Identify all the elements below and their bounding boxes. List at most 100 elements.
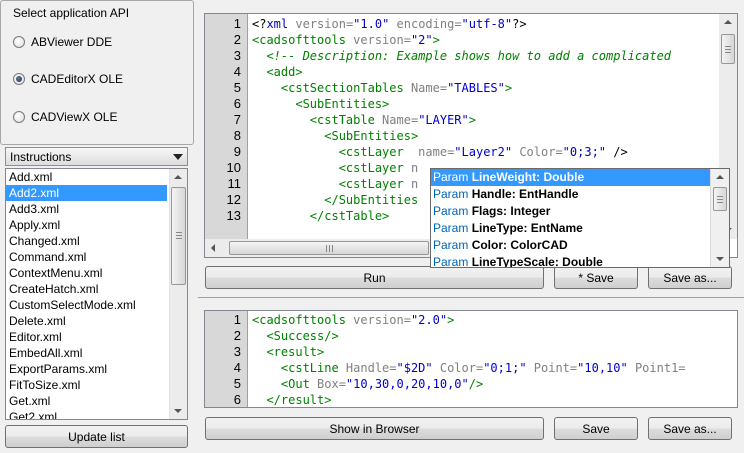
update-list-label: Update list	[68, 429, 125, 444]
code-text: <add>	[252, 65, 303, 79]
code-line[interactable]: 2 <cadsofttools version="2">	[205, 32, 440, 48]
autocomplete-item[interactable]: Param LineType: EntName	[431, 220, 729, 237]
code-line[interactable]: 4 <add>	[205, 64, 303, 80]
radio-label: CADEditorX OLE	[31, 72, 124, 86]
scroll-up-icon[interactable]	[724, 20, 732, 24]
code-line[interactable]: 4 <cstLine Handle="$2D" Color="0;1;" Poi…	[205, 360, 686, 376]
code-text: <cstSectionTables Name="TABLES">	[252, 81, 513, 95]
list-item[interactable]: Apply.xml	[6, 217, 167, 233]
autocomplete-scrollbar[interactable]	[710, 169, 729, 267]
code-line[interactable]: 2 <Success/>	[205, 328, 339, 344]
file-list-scrollbar[interactable]	[169, 169, 187, 419]
code-line[interactable]: 3 <result>	[205, 344, 324, 360]
code-text: <cadsofttools version="2">	[252, 33, 440, 47]
scrollbar-thumb[interactable]	[713, 187, 727, 211]
code-line[interactable]: 12 </SubEntities	[205, 192, 419, 208]
radio-cadeditorx-ole[interactable]: CADEditorX OLE	[13, 70, 123, 88]
list-item[interactable]: Add.xml	[6, 169, 167, 185]
run-button[interactable]: Run	[205, 266, 544, 289]
list-item[interactable]: Add2.xml	[6, 185, 167, 201]
code-line[interactable]: 5 <Out Box="10,30,0,20,10,0"/>	[205, 376, 483, 392]
grip-icon	[725, 46, 731, 54]
code-line[interactable]: 13 </cstTable>	[205, 208, 390, 224]
save-as-response-button[interactable]: Save as...	[648, 417, 732, 440]
list-item[interactable]: ContextMenu.xml	[6, 265, 167, 281]
code-line[interactable]: 8 <SubEntities>	[205, 128, 418, 144]
code-line[interactable]: 6 </result>	[205, 392, 332, 407]
line-number: 6	[233, 96, 241, 111]
list-item[interactable]: Get.xml	[6, 393, 167, 409]
autocomplete-item[interactable]: Param Color: ColorCAD	[431, 237, 729, 254]
autocomplete-item[interactable]: Param Flags: Integer	[431, 203, 729, 220]
scrollbar-thumb[interactable]	[171, 187, 186, 285]
autocomplete-popup[interactable]: Param LineWeight: Double Param Handle: En…	[430, 168, 730, 268]
code-line[interactable]: 7 <cstTable Name="LAYER">	[205, 112, 476, 128]
list-item[interactable]: ExportParams.xml	[6, 361, 167, 377]
update-list-button[interactable]: Update list	[5, 425, 188, 448]
code-text: </SubEntities	[252, 193, 419, 207]
line-number: 1	[233, 16, 241, 31]
scrollbar-thumb[interactable]	[229, 241, 429, 255]
file-list[interactable]: Add.xml Add2.xml Add3.xml Apply.xml Changed.…	[5, 168, 188, 420]
list-item[interactable]: Delete.xml	[6, 313, 167, 329]
chevron-down-icon[interactable]	[173, 154, 183, 160]
scrollbar-thumb[interactable]	[721, 34, 735, 64]
radio-label: CADViewX OLE	[31, 110, 118, 124]
list-item[interactable]: CustomSelectMode.xml	[6, 297, 167, 313]
line-number: 7	[233, 112, 241, 127]
code-line[interactable]: 3 <!-- Description: Example shows how to…	[205, 48, 671, 64]
list-item[interactable]: FitToSize.xml	[6, 377, 167, 393]
line-number: 4	[233, 360, 241, 375]
scroll-up-icon[interactable]	[716, 175, 724, 179]
line-number: 9	[233, 144, 241, 159]
line-number: 2	[233, 32, 241, 47]
code-text: <cstLayer n	[252, 177, 419, 191]
list-item[interactable]: Editor.xml	[6, 329, 167, 345]
autocomplete-items: Param LineWeight: Double Param Handle: En…	[431, 169, 729, 267]
autocomplete-item[interactable]: Param LineTypeScale: Double	[431, 254, 729, 267]
radio-cadviewx-ole[interactable]: CADViewX OLE	[13, 108, 117, 126]
code-line[interactable]: 5 <cstSectionTables Name="TABLES">	[205, 80, 512, 96]
radio-label: ABViewer DDE	[31, 35, 113, 49]
file-list-items: Add.xml Add2.xml Add3.xml Apply.xml Changed.…	[6, 169, 187, 419]
save-response-button[interactable]: Save	[554, 417, 638, 440]
list-item[interactable]: Get2.xml	[6, 409, 167, 419]
show-in-browser-button[interactable]: Show in Browser	[205, 417, 544, 440]
line-number: 3	[233, 48, 241, 63]
line-number: 3	[233, 344, 241, 359]
code-line[interactable]: 6 <SubEntities>	[205, 96, 390, 112]
autocomplete-item[interactable]: Param LineWeight: Double	[431, 169, 729, 186]
line-number: 1	[233, 312, 241, 327]
code-line[interactable]: 10 <cstLayer n	[205, 160, 419, 176]
code-line[interactable]: 9 <cstLayer name="Layer2" Color="0;3;" /…	[205, 144, 628, 160]
save-request-button[interactable]: * Save	[554, 266, 638, 289]
code-line[interactable]: 11 <cstLayer n	[205, 176, 419, 192]
code-text: <cadsofttools version="2.0">	[252, 313, 455, 327]
autocomplete-item[interactable]: Param Handle: EntHandle	[431, 186, 729, 203]
save-as-request-button[interactable]: Save as...	[648, 266, 732, 289]
scroll-up-icon[interactable]	[174, 175, 182, 179]
code-line[interactable]: 1 <cadsofttools version="2.0">	[205, 312, 455, 328]
list-item[interactable]: EmbedAll.xml	[6, 345, 167, 361]
grip-icon	[326, 245, 334, 252]
radio-indicator[interactable]	[13, 73, 25, 85]
list-item[interactable]: Changed.xml	[6, 233, 167, 249]
radio-indicator[interactable]	[13, 36, 25, 48]
scroll-down-icon[interactable]	[174, 409, 182, 413]
code-text: <SubEntities>	[252, 97, 390, 111]
list-item[interactable]: Add3.xml	[6, 201, 167, 217]
grip-icon	[717, 196, 723, 204]
code-text: <cstLine Handle="$2D" Color="0;1;" Point…	[252, 361, 686, 375]
response-editor[interactable]: 1 <cadsofttools version="2.0"> 2 <Success/…	[204, 310, 738, 408]
save-label: Save	[582, 421, 610, 436]
list-item[interactable]: CreateHatch.xml	[6, 281, 167, 297]
splitter[interactable]	[198, 297, 744, 298]
scroll-left-icon[interactable]	[211, 244, 215, 252]
scroll-down-icon[interactable]	[716, 257, 724, 261]
line-number: 8	[233, 128, 241, 143]
radio-abviewer-dde[interactable]: ABViewer DDE	[13, 33, 112, 51]
list-item[interactable]: Command.xml	[6, 249, 167, 265]
code-line[interactable]: 1 <?xml version="1.0" encoding="utf-8"?>	[205, 16, 527, 32]
instructions-select[interactable]: Instructions	[5, 147, 188, 166]
radio-indicator[interactable]	[13, 111, 25, 123]
